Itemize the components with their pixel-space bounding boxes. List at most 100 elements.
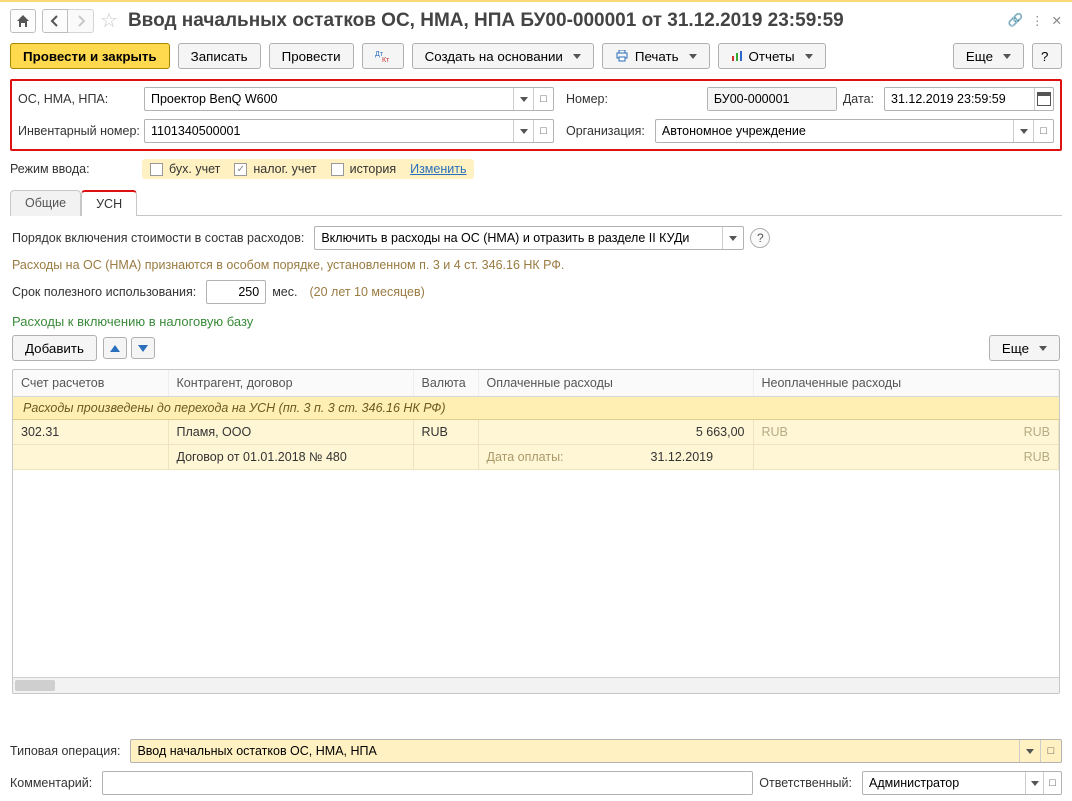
arrow-left-icon xyxy=(49,15,61,27)
os-dropdown-btn[interactable] xyxy=(513,88,533,110)
date-input[interactable] xyxy=(885,88,1034,110)
more-menu-icon[interactable]: ⋮ xyxy=(1031,13,1044,28)
inv-open-btn[interactable] xyxy=(533,120,553,142)
home-icon xyxy=(16,14,30,28)
inv-label: Инвентарный номер: xyxy=(18,124,138,138)
typ-open-btn[interactable] xyxy=(1040,740,1061,762)
num-field xyxy=(707,87,837,111)
org-label: Организация: xyxy=(566,124,649,138)
order-help-btn[interactable]: ? xyxy=(750,228,770,248)
os-input[interactable] xyxy=(145,88,513,110)
nav-fwd-button xyxy=(68,9,94,33)
more-button[interactable]: Еще xyxy=(953,43,1024,69)
favorite-star-icon[interactable]: ☆ xyxy=(100,8,118,33)
order-field[interactable] xyxy=(314,226,744,250)
report-icon xyxy=(731,50,743,62)
printer-icon xyxy=(615,50,629,62)
mode-checkline: бух. учет налог. учет история Изменить xyxy=(142,159,474,179)
spi-input[interactable] xyxy=(207,281,265,303)
spi-text: (20 лет 10 месяцев) xyxy=(309,285,424,299)
tab-usn[interactable]: УСН xyxy=(81,190,137,216)
typ-field[interactable] xyxy=(130,739,1062,763)
post-button[interactable]: Провести xyxy=(269,43,354,69)
home-button[interactable] xyxy=(10,9,36,33)
chk-buh: бух. учет xyxy=(150,162,220,176)
spi-unit: мес. xyxy=(272,285,297,299)
inv-field[interactable] xyxy=(144,119,554,143)
table-more-button[interactable]: Еще xyxy=(989,335,1060,361)
org-dropdown-btn[interactable] xyxy=(1013,120,1033,142)
create-based-button[interactable]: Создать на основании xyxy=(412,43,594,69)
comment-field[interactable] xyxy=(102,771,753,795)
chk-nal: налог. учет xyxy=(234,162,316,176)
os-open-btn[interactable] xyxy=(533,88,553,110)
comment-label: Комментарий: xyxy=(10,776,96,790)
resp-label: Ответственный: xyxy=(759,776,856,790)
dtkt-button[interactable]: ДтКт xyxy=(362,43,404,69)
num-input xyxy=(708,88,836,110)
add-row-button[interactable]: Добавить xyxy=(12,335,97,361)
move-up-button[interactable] xyxy=(103,337,127,359)
typ-dropdown-btn[interactable] xyxy=(1019,740,1040,762)
spi-label: Срок полезного использования: xyxy=(12,285,200,299)
cell-paydate[interactable]: Дата оплаты: 31.12.2019 xyxy=(478,445,753,470)
th-unpaid[interactable]: Неоплаченные расходы xyxy=(753,370,1059,397)
save-button[interactable]: Записать xyxy=(178,43,261,69)
arrow-right-icon xyxy=(75,15,87,27)
th-account[interactable]: Счет расчетов xyxy=(13,370,168,397)
os-label: ОС, НМА, НПА: xyxy=(18,92,138,106)
highlighted-section: ОС, НМА, НПА: Номер: Дата: Инвентарный н… xyxy=(10,79,1062,151)
org-field[interactable] xyxy=(655,119,1054,143)
inv-dropdown-btn[interactable] xyxy=(513,120,533,142)
help-button[interactable]: ? xyxy=(1032,43,1062,69)
cell-unpaid[interactable]: RUB RUB xyxy=(753,420,1059,445)
order-input[interactable] xyxy=(315,227,722,249)
table-row: Договор от 01.01.2018 № 480 Дата оплаты:… xyxy=(13,445,1059,470)
close-icon[interactable]: ✕ xyxy=(1052,13,1062,28)
table-row: 302.31 Пламя, ООО RUB 5 663,00 RUB xyxy=(13,420,1059,445)
org-open-btn[interactable] xyxy=(1033,120,1053,142)
resp-input[interactable] xyxy=(863,772,1025,794)
typ-input[interactable] xyxy=(131,740,1018,762)
post-and-close-button[interactable]: Провести и закрыть xyxy=(10,43,170,69)
cell-agent[interactable]: Пламя, ООО xyxy=(168,420,413,445)
expenses-section-title: Расходы к включению в налоговую базу xyxy=(12,314,1060,329)
print-button[interactable]: Печать xyxy=(602,43,710,69)
org-input[interactable] xyxy=(656,120,1013,142)
chk-hist: история xyxy=(331,162,396,176)
typ-label: Типовая операция: xyxy=(10,744,124,758)
date-field[interactable] xyxy=(884,87,1054,111)
table-band: Расходы произведены до перехода на УСН (… xyxy=(13,397,1059,420)
order-dropdown-btn[interactable] xyxy=(722,227,743,249)
change-mode-link[interactable]: Изменить xyxy=(410,162,466,176)
page-title: Ввод начальных остатков ОС, НМА, НПА БУ0… xyxy=(128,10,1002,32)
resp-field[interactable] xyxy=(862,771,1062,795)
os-field[interactable] xyxy=(144,87,554,111)
th-cur[interactable]: Валюта xyxy=(413,370,478,397)
mode-label: Режим ввода: xyxy=(10,162,136,176)
move-down-button[interactable] xyxy=(131,337,155,359)
link-icon[interactable]: 🔗 xyxy=(1007,13,1023,28)
reports-button[interactable]: Отчеты xyxy=(718,43,826,69)
resp-open-btn[interactable] xyxy=(1043,772,1061,794)
spi-field[interactable] xyxy=(206,280,266,304)
cell-cur[interactable]: RUB xyxy=(413,420,478,445)
th-agent[interactable]: Контрагент, договор xyxy=(168,370,413,397)
resp-dropdown-btn[interactable] xyxy=(1025,772,1043,794)
usn-hint: Расходы на ОС (НМА) признаются в особом … xyxy=(12,258,1060,272)
comment-input[interactable] xyxy=(103,772,752,794)
nav-back-button[interactable] xyxy=(42,9,68,33)
h-scrollbar[interactable] xyxy=(13,677,1059,693)
cell-paid[interactable]: 5 663,00 xyxy=(478,420,753,445)
tabs: Общие УСН xyxy=(10,189,1062,216)
num-label: Номер: xyxy=(566,92,612,106)
date-cal-btn[interactable] xyxy=(1034,88,1053,110)
expenses-table[interactable]: Счет расчетов Контрагент, договор Валюта… xyxy=(12,369,1060,694)
order-label: Порядок включения стоимости в состав рас… xyxy=(12,231,308,245)
cell-account[interactable]: 302.31 xyxy=(13,420,168,445)
th-paid[interactable]: Оплаченные расходы xyxy=(478,370,753,397)
tab-common[interactable]: Общие xyxy=(10,190,81,216)
inv-input[interactable] xyxy=(145,120,513,142)
cell-contract[interactable]: Договор от 01.01.2018 № 480 xyxy=(168,445,413,470)
dtkt-icon: ДтКт xyxy=(375,49,391,63)
